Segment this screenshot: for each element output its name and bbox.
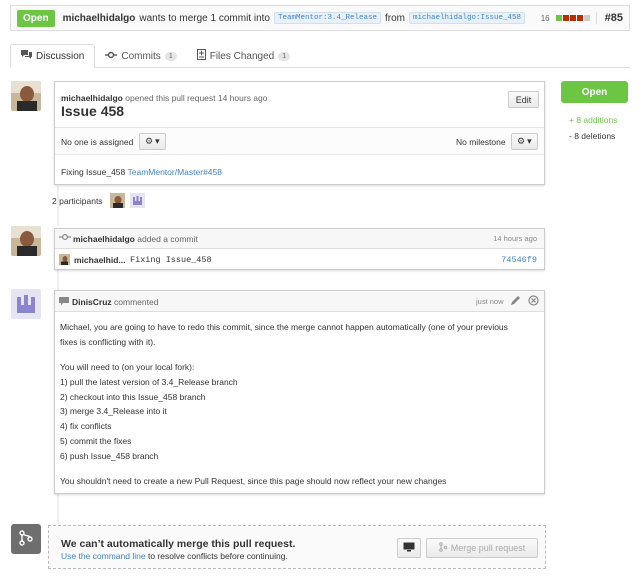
comment-header: DinisCruz commented just now bbox=[55, 291, 544, 312]
gear-icon: ⚙ bbox=[517, 136, 526, 146]
merge-pull-request-button[interactable]: Merge pull request bbox=[426, 538, 538, 558]
tab-label: Commits bbox=[121, 50, 161, 62]
chevron-down-icon: ▾ bbox=[527, 136, 532, 146]
pr-state-button[interactable]: Open bbox=[561, 81, 628, 103]
participant-avatar[interactable] bbox=[130, 193, 145, 208]
tab-label: Discussion bbox=[36, 50, 85, 62]
edit-button[interactable]: Edit bbox=[508, 91, 539, 108]
pencil-icon[interactable] bbox=[510, 295, 521, 308]
tab-count: 1 bbox=[278, 51, 291, 61]
merge-hint: Use the command line to resolve conflict… bbox=[61, 551, 288, 561]
commit-icon bbox=[59, 233, 71, 243]
avatar[interactable] bbox=[11, 226, 41, 256]
timeline-line bbox=[57, 186, 59, 226]
monitor-icon bbox=[403, 542, 415, 554]
chevron-down-icon: ▾ bbox=[155, 136, 160, 146]
comment-author-link[interactable]: DinisCruz bbox=[72, 297, 112, 307]
command-line-link[interactable]: Use the command line bbox=[61, 551, 146, 561]
pr-opened-line: michaelhidalgo opened this pull request … bbox=[61, 93, 268, 103]
diff-count: 16 bbox=[540, 13, 550, 23]
pr-state-badge: Open bbox=[17, 9, 55, 27]
commit-event-box: michaelhidalgo added a commit 14 hours a… bbox=[54, 228, 545, 270]
pr-opened-text: opened this pull request 14 hours ago bbox=[125, 93, 268, 103]
comment-step: 1) pull the latest version of 3.4_Releas… bbox=[60, 377, 238, 387]
file-diff-icon bbox=[196, 49, 206, 63]
pr-tabs: Discussion Commits 1 Files Changed 1 bbox=[10, 44, 630, 68]
pr-meta-row: No one is assigned ⚙ ▾ No milestone ⚙ ▾ bbox=[55, 127, 544, 155]
commit-event-time: 14 hours ago bbox=[493, 234, 537, 243]
pr-summary: michaelhidalgo wants to merge 1 commit i… bbox=[63, 12, 529, 24]
commit-sha-link[interactable]: 74546f9 bbox=[501, 255, 537, 265]
commit-author-link[interactable]: michaelhidalgo bbox=[73, 234, 135, 244]
comment-step: 6) push Issue_458 branch bbox=[60, 451, 159, 461]
issue-reference-link[interactable]: TeamMentor/Master#458 bbox=[127, 167, 222, 177]
commit-row[interactable]: michaelhid... Fixing Issue_458 74546f9 bbox=[55, 249, 544, 270]
commit-row-author[interactable]: michaelhid... bbox=[74, 255, 126, 265]
participants-label: 2 participants bbox=[52, 196, 103, 206]
pr-header-right: 16 #85 bbox=[541, 12, 623, 24]
milestone-menu-button[interactable]: ⚙ ▾ bbox=[511, 133, 538, 150]
git-merge-icon bbox=[438, 542, 448, 554]
pr-title: Issue 458 bbox=[61, 103, 125, 119]
gear-icon: ⚙ bbox=[145, 136, 154, 146]
tab-count: 1 bbox=[164, 51, 177, 61]
comment-text: You will need to (on your local fork): bbox=[60, 362, 195, 372]
comment-text: You shouldn't need to create a new Pull … bbox=[60, 476, 447, 486]
diffstat-bar bbox=[555, 15, 590, 21]
head-branch[interactable]: michaelhidalgo:Issue_458 bbox=[409, 12, 526, 24]
commit-icon bbox=[105, 51, 118, 62]
pr-number: #85 bbox=[595, 12, 623, 24]
commit-event-header: michaelhidalgo added a commit 14 hours a… bbox=[55, 229, 544, 249]
commit-message[interactable]: Fixing Issue_458 bbox=[130, 255, 212, 265]
merge-box: We can’t automatically merge this pull r… bbox=[48, 525, 546, 569]
merge-title: We can’t automatically merge this pull r… bbox=[61, 538, 296, 550]
comment-step: 4) fix conflicts bbox=[60, 421, 112, 431]
avatar[interactable] bbox=[11, 289, 41, 319]
timeline-line bbox=[57, 268, 59, 290]
tab-commits[interactable]: Commits 1 bbox=[95, 44, 186, 68]
timeline-line bbox=[57, 494, 59, 524]
pr-opener-link[interactable]: michaelhidalgo bbox=[61, 93, 123, 103]
base-branch[interactable]: TeamMentor:3.4_Release bbox=[273, 12, 381, 24]
participant-avatar[interactable] bbox=[110, 193, 125, 208]
comment-step: 3) merge 3.4_Release into it bbox=[60, 406, 167, 416]
comment-icon bbox=[59, 297, 69, 308]
pr-body-text: Fixing Issue_458 bbox=[61, 167, 126, 177]
command-line-button[interactable] bbox=[397, 538, 421, 558]
pr-description-box: michaelhidalgo opened this pull request … bbox=[54, 81, 545, 185]
close-icon[interactable] bbox=[528, 295, 539, 308]
from-label: from bbox=[385, 12, 405, 24]
deletions-stat: - 8 deletions bbox=[569, 131, 616, 141]
comment-text: Michael, you are going to have to redo t… bbox=[60, 322, 508, 332]
commit-event-text: michaelhidalgo added a commit bbox=[73, 234, 198, 244]
comment-step: 2) checkout into this Issue_458 branch bbox=[60, 392, 206, 402]
assignee-menu-button[interactable]: ⚙ ▾ bbox=[139, 133, 166, 150]
comment-text: fixes is conflicting with it). bbox=[60, 337, 156, 347]
pr-summary-text: wants to merge 1 commit into bbox=[139, 12, 270, 24]
comment-time[interactable]: just now bbox=[476, 297, 504, 306]
pr-body: Fixing Issue_458 TeamMentor/Master#458 bbox=[61, 167, 222, 177]
comment-step: 5) commit the fixes bbox=[60, 436, 132, 446]
milestone-text: No milestone bbox=[456, 137, 506, 147]
git-merge-icon bbox=[19, 530, 33, 548]
avatar[interactable] bbox=[11, 81, 41, 111]
merge-status-badge bbox=[11, 524, 41, 554]
tab-label: Files Changed bbox=[209, 50, 275, 62]
assignee-text: No one is assigned bbox=[61, 137, 134, 147]
additions-stat: + 8 additions bbox=[569, 115, 618, 125]
avatar bbox=[59, 254, 70, 265]
pr-author-link[interactable]: michaelhidalgo bbox=[63, 13, 136, 24]
tab-files-changed[interactable]: Files Changed 1 bbox=[187, 44, 300, 68]
discussion-icon bbox=[21, 49, 32, 63]
tab-discussion[interactable]: Discussion bbox=[10, 44, 96, 68]
comment-author-line: DinisCruz commented bbox=[72, 297, 159, 307]
pr-header-bar: Open michaelhidalgo wants to merge 1 com… bbox=[10, 5, 630, 31]
